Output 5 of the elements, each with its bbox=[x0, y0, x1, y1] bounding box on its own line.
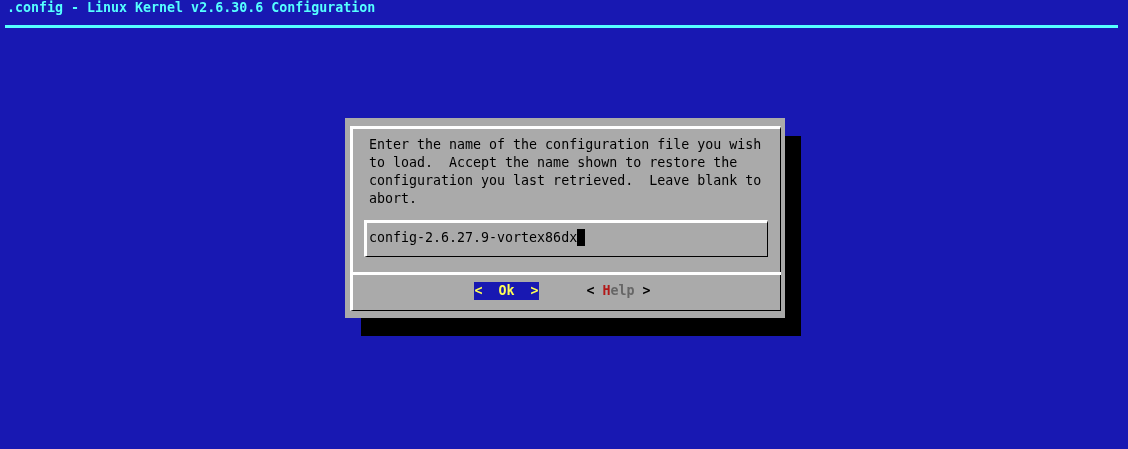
input-field[interactable]: config-2.6.27.9-vortex86dx bbox=[364, 219, 768, 257]
dialog-message: Enter the name of the configuration file you wish to load. Accept the name shown to restore the configuration you last retrieved. Leave blank to abort. bbox=[368, 135, 763, 208]
dialog-button[interactable]: < Ok > bbox=[474, 281, 539, 300]
window-title: .config - Linux Kernel v2.6.30.6 Configuration bbox=[6, 0, 377, 15]
dialog-button[interactable]: < Help > bbox=[586, 281, 651, 300]
